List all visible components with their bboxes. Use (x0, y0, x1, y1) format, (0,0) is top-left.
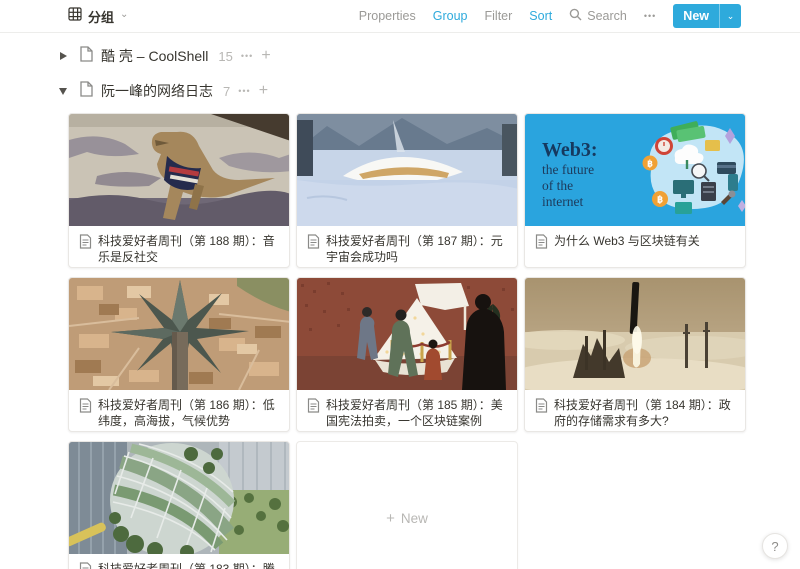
filter-button[interactable]: Filter (485, 9, 513, 23)
group-count: 7 (223, 84, 230, 99)
page-icon (535, 234, 548, 254)
new-button-caret[interactable]: ⌄ (719, 4, 741, 28)
chevron-down-icon: ⌄ (120, 10, 128, 20)
properties-button[interactable]: Properties (359, 9, 416, 23)
cover-lit-tent-plaza (297, 278, 517, 390)
plus-icon: + (386, 510, 395, 527)
toolbar-actions: Properties Group Filter Sort Search ••• … (359, 4, 741, 28)
chevron-down-icon: ⌄ (727, 11, 735, 22)
expand-toggle-icon[interactable] (55, 48, 71, 64)
help-button[interactable]: ? (762, 533, 788, 559)
card-title: 为什么 Web3 与区块链有关 (554, 233, 700, 249)
page-icon (535, 398, 548, 418)
group-button[interactable]: Group (433, 9, 468, 23)
group-title: 酷 壳 – CoolShell (101, 46, 208, 66)
page-icon (307, 398, 320, 418)
card-title: 科技爱好者周刊（第 187 期）：元宇宙会成功吗 (326, 233, 507, 265)
card-title: 科技爱好者周刊（第 183 期）：腾讯的员工退休福利 (98, 561, 279, 569)
group-more-icon[interactable]: ••• (238, 86, 250, 96)
collapse-toggle-icon[interactable] (55, 83, 71, 99)
group-count: 15 (218, 49, 232, 64)
gallery-card-185[interactable]: 科技爱好者周刊（第 185 期）：美国宪法拍卖，一个区块链案例 (296, 277, 518, 432)
cover-snow-stadium (297, 114, 517, 226)
group-header-coolshell[interactable]: 酷 壳 – CoolShell 15 ••• + (55, 44, 800, 68)
cover-sagrada-star-aerial (69, 278, 289, 390)
svg-text:฿: ฿ (657, 195, 663, 206)
cover-trex-sweater-museum (69, 114, 289, 226)
group-add-icon[interactable]: + (259, 83, 268, 99)
gallery-card-183[interactable]: 科技爱好者周刊（第 183 期）：腾讯的员工退休福利 (68, 441, 290, 569)
gallery-grid: 科技爱好者周刊（第 188 期）：音乐是反社交 (68, 113, 746, 569)
page-icon (79, 81, 93, 102)
gallery-card-188[interactable]: 科技爱好者周刊（第 188 期）：音乐是反社交 (68, 113, 290, 268)
group-add-icon[interactable]: + (261, 48, 270, 64)
search-button[interactable]: Search (569, 8, 627, 24)
gallery-card-184[interactable]: 科技爱好者周刊（第 184 期）：政府的存储需求有多大? (524, 277, 746, 432)
view-switcher[interactable]: 分组 ⌄ (68, 7, 128, 26)
new-button-label[interactable]: New (673, 4, 719, 28)
page-icon (79, 46, 93, 67)
new-card-button[interactable]: + New (296, 441, 518, 569)
page-icon (79, 234, 92, 254)
web3-cover-line3: of the (542, 178, 573, 193)
board-content: 酷 壳 – CoolShell 15 ••• + 阮一峰的网络日志 7 ••• … (0, 44, 800, 569)
new-card-label: New (401, 511, 428, 526)
card-title: 科技爱好者周刊（第 185 期）：美国宪法拍卖，一个区块链案例 (326, 397, 507, 429)
page-icon (307, 234, 320, 254)
sort-button[interactable]: Sort (529, 9, 552, 23)
cover-web3-infographic: ฿ ฿ Web3: (525, 114, 745, 226)
web3-cover-line1: Web3: (542, 139, 598, 161)
page-icon (79, 398, 92, 418)
more-options-icon[interactable]: ••• (644, 11, 656, 21)
web3-cover-line4: internet (542, 194, 583, 209)
cover-helix-building-aerial (69, 442, 289, 554)
card-title: 科技爱好者周刊（第 186 期）：低纬度，高海拔，气候优势 (98, 397, 279, 429)
new-button[interactable]: New ⌄ (673, 4, 741, 28)
table-view-icon (68, 7, 82, 26)
page-icon (79, 562, 92, 569)
toolbar: 分组 ⌄ Properties Group Filter Sort Search… (0, 0, 800, 33)
svg-text:฿: ฿ (647, 159, 653, 169)
web3-cover-line2: the future (542, 162, 594, 177)
card-title: 科技爱好者周刊（第 188 期）：音乐是反社交 (98, 233, 279, 265)
gallery-card-web3[interactable]: ฿ ฿ Web3: (524, 113, 746, 268)
card-title: 科技爱好者周刊（第 184 期）：政府的存储需求有多大? (554, 397, 735, 429)
group-more-icon[interactable]: ••• (241, 51, 253, 61)
group-title: 阮一峰的网络日志 (101, 81, 213, 101)
view-name: 分组 (88, 7, 114, 26)
help-label: ? (771, 539, 778, 554)
gallery-card-186[interactable]: 科技爱好者周刊（第 186 期）：低纬度，高海拔，气候优势 (68, 277, 290, 432)
cover-rocket-launch-fog (525, 278, 745, 390)
group-header-ruanyifeng[interactable]: 阮一峰的网络日志 7 ••• + (55, 79, 800, 103)
gallery-card-187[interactable]: 科技爱好者周刊（第 187 期）：元宇宙会成功吗 (296, 113, 518, 268)
search-icon (569, 8, 582, 24)
search-label: Search (587, 9, 627, 23)
